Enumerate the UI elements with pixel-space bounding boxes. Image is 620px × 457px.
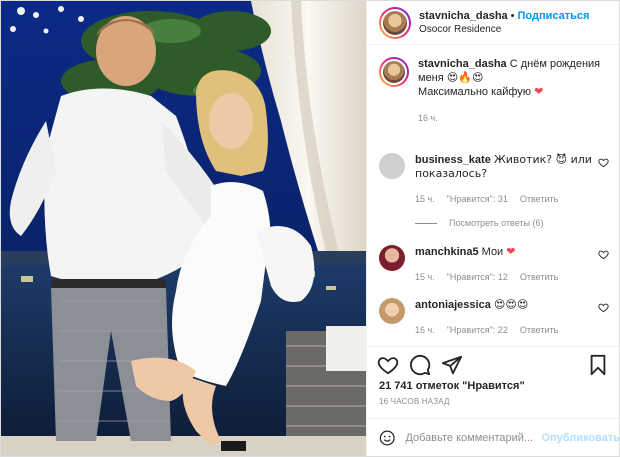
- caption-text-line1: С днём рождения: [509, 58, 601, 70]
- add-comment-bar: Опубликовать: [367, 418, 620, 456]
- caption-text-line3: Максимально кайфую: [418, 86, 532, 98]
- caption-text-line2: меня: [418, 72, 444, 84]
- comment-like-heart-icon[interactable]: [598, 157, 609, 168]
- comment-likes[interactable]: "Нравится": 31: [447, 194, 508, 204]
- comment-time[interactable]: 15 ч.: [415, 272, 435, 282]
- commenter-avatar[interactable]: [379, 153, 405, 179]
- comment-icon[interactable]: [409, 354, 431, 376]
- red-heart-emoji: ❤: [534, 85, 544, 98]
- commenter-avatar[interactable]: [379, 245, 405, 271]
- comment-body: manchkina5 Мои ❤ 15 ч. "Нравится": 12 Отве…: [415, 245, 595, 284]
- caption-body: stavnicha_dasha С днём рождения меня 😍🔥😍…: [418, 57, 600, 125]
- comment-item: antoniajessica 😍😍😍 16 ч. "Нравится": 22 От…: [379, 298, 609, 337]
- comment-item: business_kate Животик? 😈 или показалось?…: [379, 153, 609, 206]
- comment-like-heart-icon[interactable]: [598, 249, 609, 260]
- comment-meta: 16 ч. "Нравится": 22 Ответить: [415, 323, 595, 337]
- likes-count[interactable]: 21 741 отметок "Нравится": [379, 380, 525, 392]
- comment-input[interactable]: [405, 431, 540, 444]
- red-heart-emoji: ❤: [506, 245, 516, 258]
- publish-button[interactable]: Опубликовать: [541, 432, 620, 444]
- reply-button[interactable]: Ответить: [520, 325, 558, 335]
- post-caption: stavnicha_dasha С днём рождения меня 😍🔥😍…: [367, 57, 620, 125]
- separator-dot: •: [510, 9, 515, 22]
- action-bar: [367, 346, 620, 378]
- post-timestamp[interactable]: 16 ЧАСОВ НАЗАД: [379, 397, 450, 406]
- comment-time[interactable]: 15 ч.: [415, 194, 435, 204]
- author-username[interactable]: stavnicha_dasha: [419, 10, 508, 22]
- caption-time[interactable]: 16 ч.: [418, 111, 600, 125]
- emoji-smile-icon[interactable]: [379, 428, 395, 448]
- location-link[interactable]: Osocor Residence: [419, 23, 589, 37]
- commenter-avatar[interactable]: [379, 298, 405, 324]
- caption-avatar[interactable]: [379, 57, 409, 87]
- reply-button[interactable]: Ответить: [520, 194, 558, 204]
- follow-button[interactable]: Подписаться: [518, 10, 590, 22]
- instagram-post: stavnicha_dasha • Подписаться Osocor Resid…: [0, 0, 620, 457]
- comment-likes[interactable]: "Нравится": 12: [447, 272, 508, 282]
- post-photo[interactable]: [1, 1, 366, 456]
- commenter-username[interactable]: antoniajessica: [415, 299, 491, 311]
- couple-photo-scene: [1, 1, 366, 456]
- commenter-username[interactable]: business_kate: [415, 154, 491, 166]
- share-icon[interactable]: [441, 354, 463, 376]
- caption-emojis: 😍🔥😍: [446, 71, 484, 84]
- comment-likes[interactable]: "Нравится": 22: [447, 325, 508, 335]
- header-text: stavnicha_dasha • Подписаться Osocor Resid…: [419, 9, 589, 37]
- heart-icon[interactable]: [377, 354, 399, 376]
- replies-divider: [415, 222, 437, 224]
- comment-time[interactable]: 16 ч.: [415, 325, 435, 335]
- view-replies-label: Посмотреть ответы (6): [449, 218, 544, 228]
- commenter-username[interactable]: manchkina5: [415, 246, 479, 258]
- comments-area: stavnicha_dasha С днём рождения меня 😍🔥😍…: [367, 57, 620, 125]
- comment-meta: 15 ч. "Нравится": 12 Ответить: [415, 270, 595, 284]
- comment-text: Мои: [481, 246, 504, 258]
- bookmark-icon[interactable]: [587, 354, 609, 376]
- comment-body: business_kate Животик? 😈 или показалось?…: [415, 153, 595, 206]
- author-avatar[interactable]: [379, 6, 411, 39]
- comment-item: manchkina5 Мои ❤ 15 ч. "Нравится": 12 Отве…: [379, 245, 609, 284]
- view-replies-button[interactable]: Посмотреть ответы (6): [415, 218, 544, 228]
- comment-like-heart-icon[interactable]: [598, 302, 609, 313]
- post-sidebar: stavnicha_dasha • Подписаться Osocor Resid…: [366, 1, 620, 456]
- comment-text: 😍😍😍: [493, 298, 529, 311]
- post-header: stavnicha_dasha • Подписаться Osocor Resid…: [367, 1, 620, 45]
- caption-username[interactable]: stavnicha_dasha: [418, 58, 507, 70]
- comment-meta: 15 ч. "Нравится": 31 Ответить: [415, 192, 595, 206]
- reply-button[interactable]: Ответить: [520, 272, 558, 282]
- comment-body: antoniajessica 😍😍😍 16 ч. "Нравится": 22 От…: [415, 298, 595, 337]
